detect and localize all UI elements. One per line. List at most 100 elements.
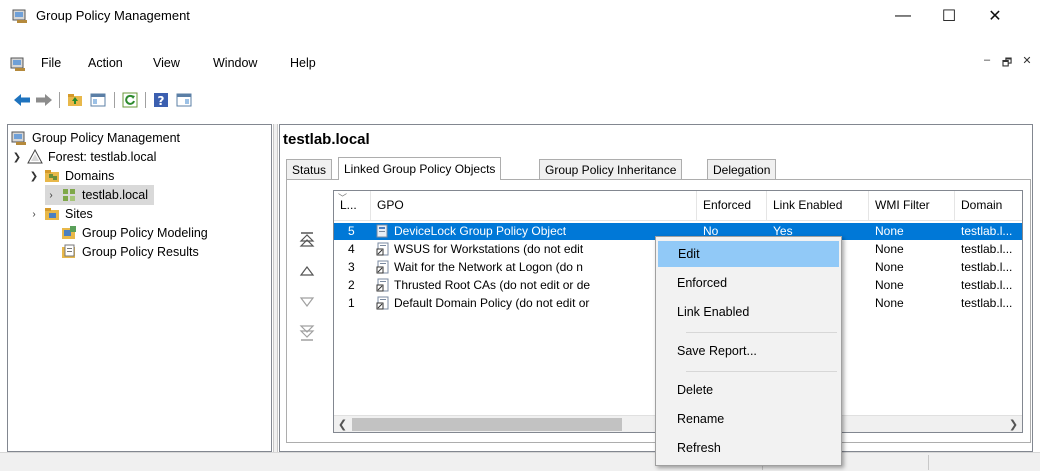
- scroll-left-icon[interactable]: ❮: [334, 416, 351, 432]
- gpo-link-icon: [376, 278, 389, 292]
- status-bar: [0, 452, 1040, 471]
- scroll-right-icon[interactable]: ❯: [1005, 416, 1022, 432]
- minimize-button[interactable]: —: [880, 0, 926, 32]
- title-bar: Group Policy Management — ☐ ✕: [0, 0, 1040, 32]
- context-menu-save-report[interactable]: Save Report...: [658, 338, 839, 364]
- cell-domain: testlab.l...: [961, 242, 1013, 256]
- mdi-close-button[interactable]: ✕: [1020, 54, 1034, 73]
- mdi-restore-button[interactable]: 🗗: [1000, 54, 1014, 73]
- tree-item-testlab-local[interactable]: › testlab.local: [45, 185, 155, 205]
- properties-icon: [176, 93, 192, 107]
- pane-splitter[interactable]: [273, 124, 278, 452]
- gpo-link-icon: [376, 296, 389, 310]
- console-tree-icon: [90, 93, 106, 107]
- svg-text:?: ?: [158, 94, 165, 108]
- context-menu-enforced[interactable]: Enforced: [658, 270, 839, 296]
- menu-bar: File Action View Window Help: [0, 52, 1040, 76]
- tree-item-label: Forest: testlab.local: [48, 150, 157, 164]
- tree-item-gp-results[interactable]: Group Policy Results: [45, 242, 199, 262]
- tree-item-sites[interactable]: › Sites: [28, 204, 93, 224]
- context-menu-refresh[interactable]: Refresh: [658, 435, 839, 461]
- menu-window[interactable]: Window: [213, 56, 257, 70]
- chevron-down-icon[interactable]: ❯: [28, 171, 40, 182]
- cell-gpo: Wait for the Network at Logon (do n: [376, 260, 626, 274]
- move-top-icon: [299, 232, 315, 247]
- scrollbar-thumb[interactable]: [352, 418, 622, 431]
- move-to-top-button[interactable]: [297, 230, 317, 250]
- column-header-gpo[interactable]: GPO: [371, 191, 697, 221]
- move-down-button[interactable]: [297, 292, 317, 312]
- cell-domain: testlab.l...: [961, 296, 1013, 310]
- tab-status[interactable]: Status: [286, 159, 333, 179]
- maximize-button[interactable]: ☐: [926, 0, 972, 32]
- toolbar-separator: [59, 92, 60, 108]
- tree-item-forest[interactable]: ❯ Forest: testlab.local: [11, 147, 156, 167]
- tree-item-domains[interactable]: ❯ Domains: [28, 166, 115, 186]
- context-menu-rename[interactable]: Rename: [658, 406, 839, 432]
- toolbar: ?: [0, 90, 1040, 114]
- sites-folder-icon: [45, 208, 59, 220]
- tree-item-label: Group Policy Modeling: [82, 226, 208, 240]
- close-button[interactable]: ✕: [972, 0, 1018, 32]
- back-button[interactable]: [12, 90, 32, 110]
- menu-file[interactable]: File: [41, 56, 61, 70]
- domain-icon: [63, 189, 75, 201]
- menu-view[interactable]: View: [153, 56, 180, 70]
- tree-item-label: Group Policy Results: [82, 245, 199, 259]
- column-header-link-order[interactable]: ﹀ L...: [334, 191, 371, 221]
- column-header-link-enabled[interactable]: Link Enabled: [767, 191, 869, 221]
- context-menu-delete[interactable]: Delete: [658, 377, 839, 403]
- folder-up-icon: [68, 94, 82, 106]
- column-header-domain[interactable]: Domain: [955, 191, 1022, 221]
- properties-button[interactable]: [174, 90, 194, 110]
- tab-linked-gpos[interactable]: Linked Group Policy Objects: [338, 157, 502, 180]
- page-title: testlab.local: [283, 131, 370, 148]
- tree-item-label: Domains: [65, 169, 115, 183]
- up-one-level-button[interactable]: [65, 90, 85, 110]
- column-header-wmi-filter[interactable]: WMI Filter: [869, 191, 955, 221]
- menu-separator: [686, 332, 837, 333]
- tree-item-label: testlab.local: [82, 188, 149, 202]
- show-hide-tree-button[interactable]: [88, 90, 108, 110]
- tab-delegation[interactable]: Delegation: [707, 159, 777, 179]
- menu-action[interactable]: Action: [88, 56, 123, 70]
- forest-icon: [27, 149, 43, 164]
- menu-help[interactable]: Help: [290, 56, 316, 70]
- cell-wmi-filter: None: [875, 278, 904, 292]
- cell-domain: testlab.l...: [961, 278, 1013, 292]
- chevron-down-icon[interactable]: ❯: [11, 152, 23, 163]
- tree-item-label: Group Policy Management: [32, 131, 180, 145]
- gpo-link-icon: [376, 224, 388, 238]
- mdi-minimize-button[interactable]: –: [980, 54, 994, 73]
- refresh-button[interactable]: [120, 90, 140, 110]
- cell-domain: testlab.l...: [961, 260, 1013, 274]
- gpm-app-icon: [12, 9, 27, 23]
- tree-item-gp-modeling[interactable]: Group Policy Modeling: [45, 223, 208, 243]
- mmc-console-icon[interactable]: [10, 56, 26, 72]
- list-header: ﹀ L... GPO Enforced Link Enabled WMI Fil…: [334, 191, 1022, 221]
- forward-button[interactable]: [34, 90, 54, 110]
- forward-arrow-icon: [36, 94, 52, 106]
- tree-item-label: Sites: [65, 207, 93, 221]
- help-button[interactable]: ?: [151, 90, 171, 110]
- modeling-icon: [62, 226, 76, 239]
- chevron-right-icon[interactable]: ›: [28, 209, 40, 220]
- cell-wmi-filter: None: [875, 224, 904, 238]
- cell-domain: testlab.l...: [961, 224, 1013, 238]
- chevron-right-icon[interactable]: ›: [45, 190, 57, 201]
- cell-gpo: DeviceLock Group Policy Object: [376, 224, 616, 238]
- move-to-bottom-button[interactable]: [297, 323, 317, 343]
- move-up-button[interactable]: [297, 261, 317, 281]
- mdi-window-controls: – 🗗 ✕: [980, 54, 1034, 73]
- sort-descending-icon: ﹀: [338, 193, 348, 203]
- column-header-enforced[interactable]: Enforced: [697, 191, 767, 221]
- cell-link-order: 1: [348, 296, 355, 310]
- context-menu-edit[interactable]: Edit: [658, 241, 839, 267]
- tab-gp-inheritance[interactable]: Group Policy Inheritance: [539, 159, 683, 179]
- console-tree[interactable]: Group Policy Management ❯ Forest: testla…: [7, 124, 272, 452]
- cell-link-order: 5: [348, 224, 355, 238]
- context-menu-link-enabled[interactable]: Link Enabled: [658, 299, 839, 325]
- cell-link-order: 2: [348, 278, 355, 292]
- tree-item-gpm-root[interactable]: Group Policy Management: [11, 128, 180, 148]
- gpo-link-icon: [376, 260, 389, 274]
